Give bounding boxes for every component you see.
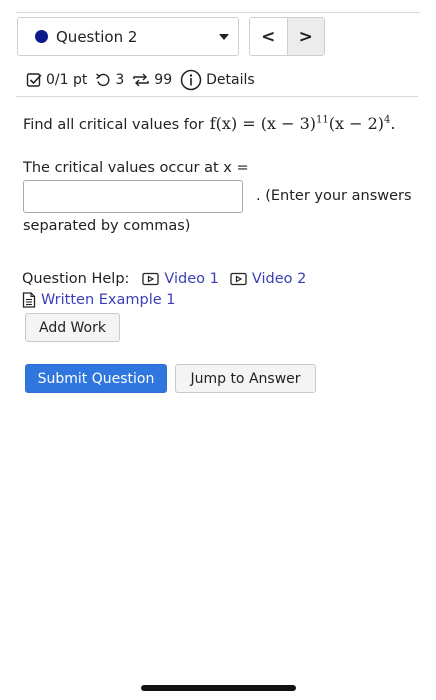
attempts-count: 99: [154, 72, 173, 88]
dropdown-caret-icon: [219, 34, 229, 40]
answer-instructions: . (Enter your answers: [256, 188, 412, 204]
math-lhs: f(x) = (x − 3): [209, 114, 317, 133]
video-play-icon: [230, 272, 247, 286]
math-end: .: [390, 114, 396, 133]
math-exponent-1: 11: [316, 114, 329, 126]
info-icon[interactable]: [180, 69, 202, 91]
question-help-label: Question Help:: [22, 271, 130, 287]
next-question-button[interactable]: >: [287, 18, 324, 55]
submit-question-button[interactable]: Submit Question: [25, 364, 167, 393]
chevron-right-icon: >: [298, 26, 313, 47]
question-prompt-text: Find all critical values for: [23, 117, 204, 133]
video-1-link[interactable]: Video 1: [142, 271, 219, 287]
video-2-label: Video 2: [251, 271, 307, 287]
jump-to-answer-button[interactable]: Jump to Answer: [175, 364, 316, 393]
math-mid: (x − 2): [328, 114, 385, 133]
answer-input[interactable]: [23, 180, 243, 213]
question-prompt: Find all critical values for f(x) = (x −…: [23, 114, 396, 133]
written-example-label: Written Example 1: [41, 292, 176, 308]
video-play-icon: [142, 272, 160, 286]
answer-lead-text: The critical values occur at x =: [23, 160, 249, 176]
top-divider: [16, 12, 420, 13]
document-icon: [22, 292, 36, 308]
function-expression: f(x) = (x − 3)11(x − 2)4.: [210, 114, 396, 133]
chevron-left-icon: <: [261, 26, 276, 47]
retry-icon: [96, 73, 110, 87]
question-select[interactable]: Question 2: [17, 17, 239, 56]
video-1-label: Video 1: [164, 271, 219, 287]
question-status-bar: 0/1 pt 3 99 Details: [26, 68, 255, 92]
score-text: 0/1 pt: [46, 72, 88, 88]
home-indicator: [141, 685, 296, 691]
checkbox-check-icon: [26, 73, 42, 87]
answer-instructions-continued: separated by commas): [23, 218, 191, 234]
question-help: Question Help: Video 1 Video 2: [22, 271, 306, 287]
previous-question-button[interactable]: <: [250, 18, 288, 55]
add-work-button[interactable]: Add Work: [25, 313, 120, 342]
question-select-value: Question 2: [56, 27, 138, 46]
status-divider: [16, 96, 418, 97]
status-dot: [35, 30, 48, 43]
attempts-repeat-icon: [133, 73, 149, 87]
video-2-link[interactable]: Video 2: [230, 271, 306, 287]
written-example-item: Written Example 1: [22, 292, 176, 308]
question-nav-group: < >: [249, 17, 325, 56]
details-link[interactable]: Details: [206, 72, 255, 88]
retries-count: 3: [115, 72, 125, 88]
written-example-link[interactable]: Written Example 1: [22, 292, 176, 308]
